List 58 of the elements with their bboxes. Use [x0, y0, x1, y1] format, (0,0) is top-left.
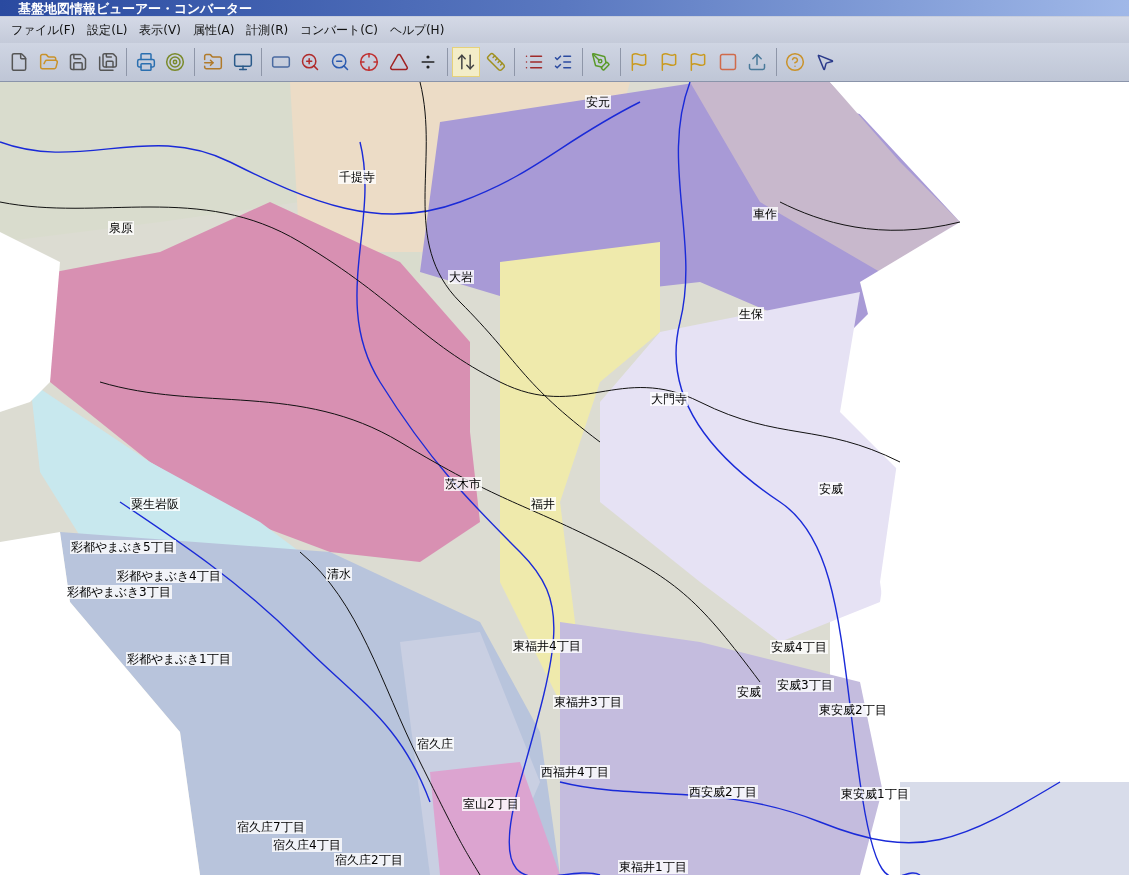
export-icon	[747, 52, 767, 72]
crosshair-icon	[359, 52, 379, 72]
place-label: 彩都やまぶき1丁目	[126, 652, 232, 666]
flag-icon	[629, 52, 649, 72]
place-label: 宿久庄7丁目	[236, 820, 306, 834]
place-label: 西福井4丁目	[540, 765, 610, 779]
save-as-icon	[97, 52, 118, 72]
place-label: 東安威1丁目	[840, 787, 910, 801]
help-icon	[785, 52, 805, 72]
place-label: 宿久庄4丁目	[272, 838, 342, 852]
menu-item[interactable]: 属性(A)	[187, 21, 240, 39]
place-label: 東福井1丁目	[618, 860, 688, 874]
place-label: 大岩	[448, 270, 474, 284]
toolbar-button[interactable]	[452, 47, 480, 77]
zoom-out-icon	[329, 52, 350, 72]
place-label: 西安威2丁目	[688, 785, 758, 799]
triangle-icon	[388, 52, 409, 72]
window-title: 基盤地図情報ビューアー・コンバーター	[17, 0, 252, 16]
folder-icon	[38, 52, 59, 72]
place-label: 車作	[752, 207, 778, 221]
place-label: 安威4丁目	[770, 640, 828, 654]
place-label: 東福井4丁目	[512, 639, 582, 653]
save-icon	[68, 52, 88, 72]
place-label: 宿久庄	[416, 737, 454, 751]
up-down-arrow-icon	[456, 52, 476, 72]
zoom-in-icon	[300, 52, 320, 72]
menu-item[interactable]: 設定(L)	[82, 21, 133, 39]
place-label: 粟生岩阪	[130, 497, 180, 511]
place-label: 茨木市	[444, 477, 482, 491]
menu-item[interactable]: ファイル(F)	[6, 21, 81, 39]
place-label: 福井	[530, 497, 556, 511]
pen-icon	[591, 52, 611, 72]
flag-icon	[688, 52, 708, 72]
checklist-icon	[553, 52, 573, 72]
place-label: 彩都やまぶき3丁目	[66, 585, 172, 599]
place-label: 安元	[585, 95, 611, 109]
place-label: 安威	[736, 685, 762, 699]
menu-item[interactable]: 表示(V)	[134, 21, 186, 39]
monitor-icon	[232, 52, 253, 72]
place-label: 生保	[738, 307, 764, 321]
menu-item[interactable]: コンバート(C)	[295, 21, 383, 39]
place-label: 彩都やまぶき4丁目	[116, 569, 222, 583]
place-label: 彩都やまぶき5丁目	[70, 540, 176, 554]
place-label: 東福井3丁目	[553, 695, 623, 709]
place-label: 安威3丁目	[776, 678, 834, 692]
place-label: 宿久庄2丁目	[334, 853, 404, 867]
ruler-icon	[485, 52, 506, 72]
place-label: 泉原	[108, 221, 134, 235]
menu-item[interactable]: 計測(R)	[241, 21, 294, 39]
list-icon	[523, 52, 544, 72]
place-label: 東安威2丁目	[818, 703, 888, 717]
page-icon	[9, 52, 29, 72]
menu-item[interactable]: ヘルプ(H)	[384, 21, 450, 39]
place-label: 清水	[326, 567, 352, 581]
place-label: 室山2丁目	[462, 797, 520, 811]
place-label: 千提寺	[338, 170, 376, 184]
place-label: 大門寺	[650, 392, 688, 406]
place-label: 安威	[818, 482, 844, 496]
